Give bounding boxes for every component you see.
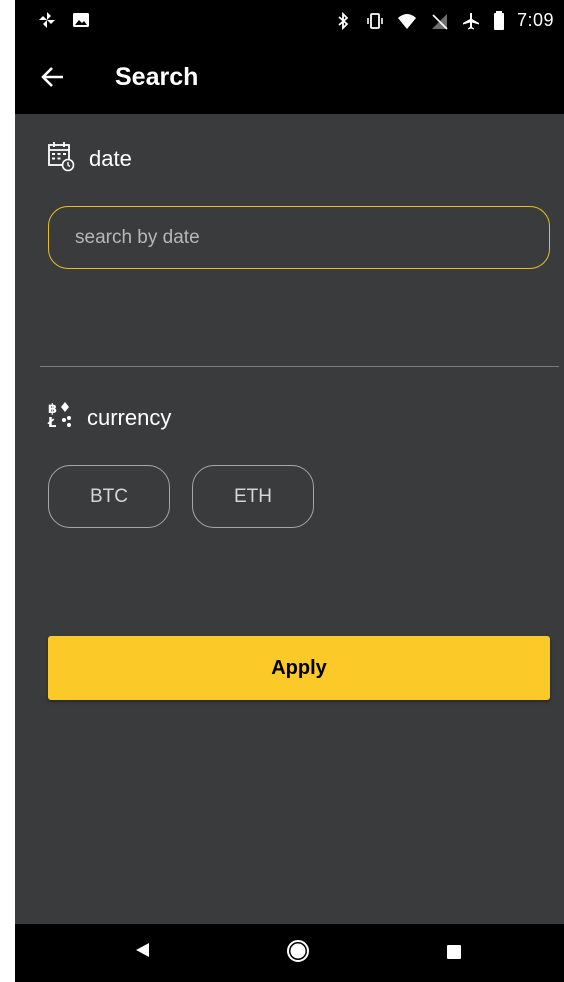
svg-text:Ł: Ł [47,416,56,430]
date-label: date [89,145,132,171]
status-time: 7:09 [516,10,554,30]
status-bar: 7:09 [15,0,564,44]
status-left [37,10,91,30]
currency-chip-eth[interactable]: ETH [192,465,314,528]
pinwheel-icon [37,10,57,30]
currency-options: BTC ETH [48,465,314,528]
system-nav-bar [15,924,564,982]
no-sim-icon [429,11,449,31]
airplane-icon [461,11,481,31]
arrow-left-icon [40,64,66,95]
bluetooth-icon [333,11,353,31]
date-section-header: date [47,140,132,177]
phone-screen: 7:09 Search date search by date ฿ Ł curr… [15,0,564,982]
page-title: Search [115,63,199,91]
date-search-field [48,206,550,269]
nav-back-icon [133,940,151,965]
nav-home-button[interactable] [285,938,311,969]
nav-recents-button[interactable] [446,944,462,965]
calendar-clock-icon [47,140,75,177]
nav-recents-icon [446,944,462,965]
currency-label: currency [87,404,172,430]
crypto-currency-icon: ฿ Ł [47,400,73,435]
section-divider [40,366,559,367]
date-search-input[interactable] [49,207,549,268]
image-icon [71,10,91,30]
back-button[interactable] [35,62,71,96]
wifi-icon [397,11,417,31]
status-right: 7:09 [333,10,554,31]
battery-icon [493,10,505,31]
nav-back-button[interactable] [133,940,151,965]
app-bar: Search [15,44,564,114]
currency-section-header: ฿ Ł currency [47,400,171,435]
vibrate-icon [365,11,385,31]
svg-text:฿: ฿ [48,402,57,417]
nav-home-icon [285,938,311,969]
apply-button[interactable]: Apply [48,636,550,700]
currency-chip-btc[interactable]: BTC [48,465,170,528]
